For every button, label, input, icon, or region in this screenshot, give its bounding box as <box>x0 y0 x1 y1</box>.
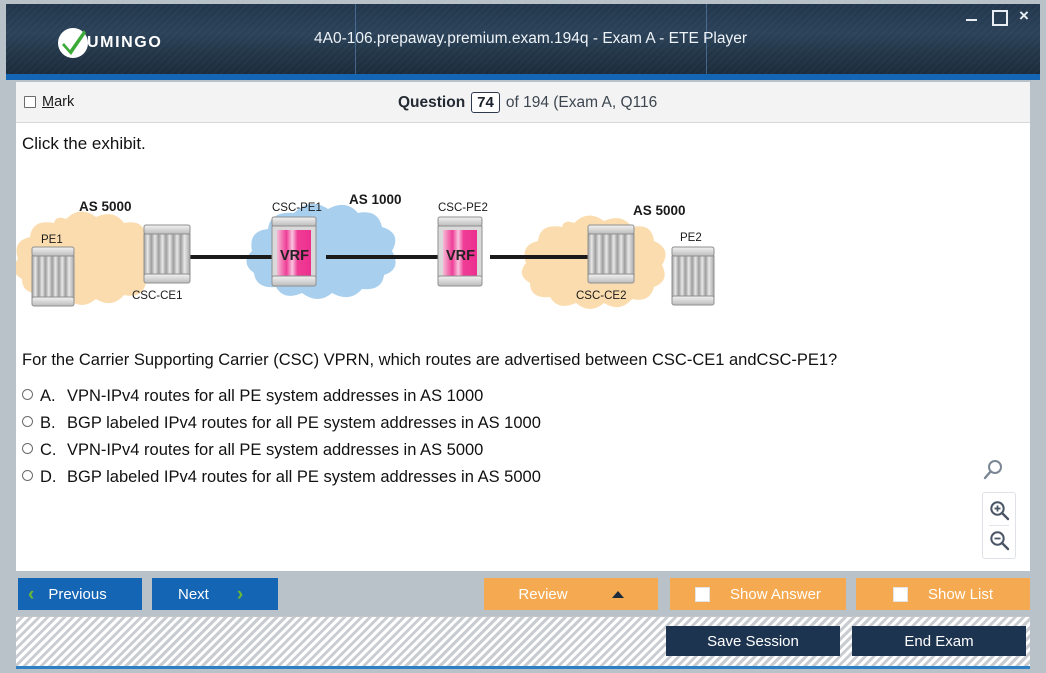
end-exam-button[interactable]: End Exam <box>852 626 1026 656</box>
svg-text:PE1: PE1 <box>41 234 63 246</box>
window-title: 4A0-106.prepaway.premium.exam.194q - Exa… <box>313 30 748 47</box>
exhibit-prompt: Click the exhibit. <box>22 134 146 153</box>
option-text-b: BGP labeled IPv4 routes for all PE syste… <box>67 414 541 432</box>
next-button-label: Next <box>178 585 209 603</box>
mark-checkbox-box[interactable] <box>24 96 36 108</box>
option-letter-d: D. <box>40 468 57 486</box>
show-list-button[interactable]: Show List <box>856 578 1030 610</box>
cloud-label-as1000: AS 1000 <box>349 192 402 207</box>
cloud-as1000 <box>246 203 396 299</box>
checkmark-icon <box>58 28 88 58</box>
mark-label: Mark <box>42 94 74 110</box>
zoom-controls <box>982 459 1016 559</box>
svg-text:CSC-CE2: CSC-CE2 <box>576 290 626 302</box>
zoom-panel-divider <box>989 525 1009 526</box>
question-header: Mark Question 74 of 194 (Exam A, Q116 <box>16 82 1030 123</box>
radio-a[interactable] <box>22 389 33 400</box>
title-bar: UMINGO 4A0-106.prepaway.premium.exam.194… <box>6 4 1040 74</box>
option-letter-c: C. <box>40 441 57 459</box>
svg-text:VRF: VRF <box>446 248 475 264</box>
mark-accel: M <box>42 94 55 110</box>
show-list-checkbox[interactable] <box>892 586 908 602</box>
previous-button[interactable]: ‹ Previous <box>18 578 142 610</box>
node-csc-pe2: CSC-PE2 VRF <box>437 202 488 287</box>
option-letter-b: B. <box>40 414 56 432</box>
option-text-a: VPN-IPv4 routes for all PE system addres… <box>67 387 484 405</box>
save-session-label: Save Session <box>707 632 799 650</box>
zoom-panel <box>982 492 1016 559</box>
show-answer-checkbox[interactable] <box>695 586 711 602</box>
answer-option-c[interactable]: C. VPN-IPv4 routes for all PE system add… <box>22 441 541 468</box>
show-answer-label: Show Answer <box>730 585 821 603</box>
exhibit-diagram[interactable]: AS 5000 AS 1000 AS 5000 PE1 CSC-CE1 CSC-… <box>16 171 756 336</box>
mark-checkbox[interactable]: Mark <box>24 94 74 110</box>
logo-text: UMINGO <box>87 34 163 51</box>
zoom-out-icon[interactable] <box>983 527 1015 554</box>
question-number-box[interactable]: 74 <box>471 92 500 113</box>
show-list-label: Show List <box>927 585 994 603</box>
minimize-icon[interactable] <box>964 8 980 24</box>
magnifier-icon[interactable] <box>982 459 1016 488</box>
option-letter-a: A. <box>40 387 56 405</box>
save-session-button[interactable]: Save Session <box>666 626 840 656</box>
svg-text:CSC-PE2: CSC-PE2 <box>438 202 488 214</box>
previous-button-label: Previous <box>48 585 107 603</box>
review-button-label: Review <box>518 585 568 603</box>
svg-text:CSC-PE1: CSC-PE1 <box>272 202 322 214</box>
answer-option-b[interactable]: B. BGP labeled IPv4 routes for all PE sy… <box>22 414 541 441</box>
answer-options: A. VPN-IPv4 routes for all PE system add… <box>22 387 541 495</box>
accent-bar <box>6 74 1040 80</box>
answer-option-a[interactable]: A. VPN-IPv4 routes for all PE system add… <box>22 387 541 414</box>
caret-up-icon <box>611 590 624 598</box>
bottom-accent-line <box>16 666 1030 669</box>
close-icon[interactable]: × <box>1016 7 1032 24</box>
svg-text:VRF: VRF <box>280 248 309 264</box>
radio-b[interactable] <box>22 416 33 427</box>
question-text: For the Carrier Supporting Carrier (CSC)… <box>22 351 838 369</box>
cloud-label-as5000-left: AS 5000 <box>79 199 132 214</box>
end-exam-label: End Exam <box>904 632 974 650</box>
bottom-toolbar: Save Session End Exam <box>16 616 1030 666</box>
mark-label-rest: ark <box>54 94 75 110</box>
zoom-in-icon[interactable] <box>983 497 1015 524</box>
show-answer-button[interactable]: Show Answer <box>670 578 846 610</box>
maximize-icon[interactable] <box>990 8 1008 26</box>
option-text-d: BGP labeled IPv4 routes for all PE syste… <box>67 468 541 486</box>
radio-d[interactable] <box>22 470 33 481</box>
chevron-right-icon: › <box>236 583 244 605</box>
option-text-c: VPN-IPv4 routes for all PE system addres… <box>67 441 484 459</box>
window-controls: × <box>964 7 1032 26</box>
review-button[interactable]: Review <box>484 578 658 610</box>
question-content: Click the exhibit. AS 5000 AS 1000 AS 50… <box>16 123 1030 571</box>
svg-text:PE2: PE2 <box>680 232 702 244</box>
radio-c[interactable] <box>22 443 33 454</box>
cloud-label-as5000-right: AS 5000 <box>633 203 686 218</box>
question-of-text: of 194 (Exam A, Q116 <box>505 93 658 111</box>
node-pe2: PE2 <box>671 232 715 306</box>
chevron-left-icon: ‹ <box>28 583 35 605</box>
ete-player-window: UMINGO 4A0-106.prepaway.premium.exam.194… <box>0 0 1046 673</box>
navigation-toolbar: ‹ Previous Next › Review Show Answer Sho… <box>16 578 1030 610</box>
question-counter: Question 74 of 194 (Exam A, Q116 <box>398 82 657 123</box>
app-logo: UMINGO <box>58 28 162 58</box>
next-button[interactable]: Next › <box>152 578 278 610</box>
question-word: Question <box>398 93 466 111</box>
answer-option-d[interactable]: D. BGP labeled IPv4 routes for all PE sy… <box>22 468 541 495</box>
svg-text:CSC-CE1: CSC-CE1 <box>132 290 182 302</box>
